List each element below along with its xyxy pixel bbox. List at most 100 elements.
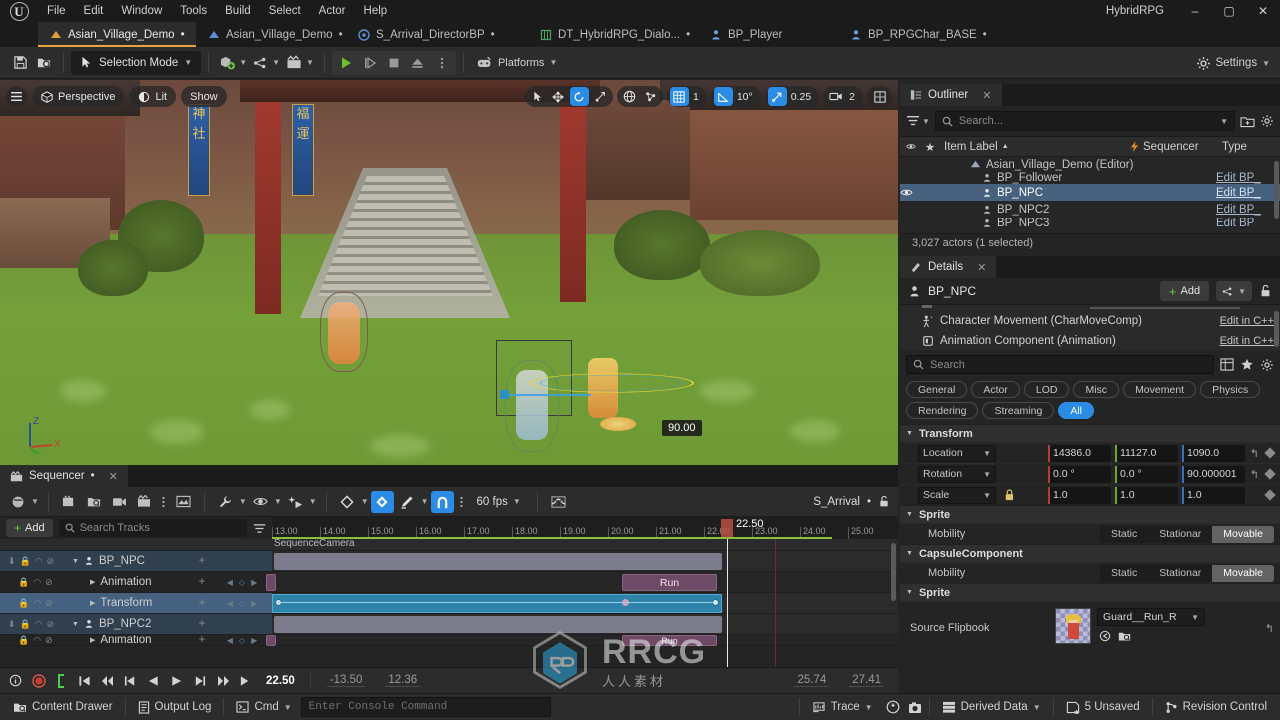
key-interp-button[interactable] [336,491,359,513]
details-settings-icon[interactable] [1260,358,1274,372]
outliner-search-input[interactable]: Search... ▼ [934,111,1235,131]
track-key-nav[interactable]: ◀ ◇ ▶ [212,636,272,645]
revision-control-button[interactable]: Revision Control [1156,696,1276,718]
animation-section-run[interactable]: Run [622,574,717,591]
maximize-button[interactable]: ▢ [1212,0,1246,22]
keyframe-diamond-icon[interactable] [1264,468,1276,480]
outliner-row-edit-bp[interactable]: Edit BP_ [1216,204,1280,216]
edit-curve-button[interactable] [396,491,419,513]
track-solo-icon[interactable]: ⊘ [45,635,53,645]
track-key-nav[interactable]: ◀ ◇ ▶ [212,599,272,608]
snapshot-button[interactable] [904,696,926,718]
new-folder-icon[interactable] [1240,115,1255,128]
chevron-down-icon[interactable]: ▼ [309,497,317,506]
column-type[interactable]: Type [1216,141,1280,153]
flipbook-thumbnail[interactable] [1055,608,1091,644]
scale-x-field[interactable]: 1.0 [1048,486,1111,504]
object-section-bar[interactable] [274,616,722,633]
components-scrollbar[interactable] [1274,311,1279,347]
track-mute-icon[interactable]: ◠ [35,556,43,567]
playback-range-button[interactable] [51,670,72,691]
flipbook-asset-dropdown[interactable]: Guard__Run_R ▼ [1097,608,1205,626]
curve-editor-button[interactable] [547,491,570,513]
scale-dropdown[interactable]: Scale ▼ [918,486,996,504]
expand-triangle-icon[interactable]: ▶ [90,599,95,607]
mobility-movable[interactable]: Movable [1212,564,1274,582]
track-row-bp-npc[interactable]: ⬇ 🔒 ◠ ⊘ ▼ BP_NPC + [0,551,272,572]
viewport-show-button[interactable]: Show [181,86,227,107]
world-coordinate-button[interactable] [620,87,639,106]
find-sequence-button[interactable] [83,491,106,513]
track-lane-column[interactable]: SequenceCamera Run Run [266,539,898,667]
column-item-label[interactable]: Item Label ▲ [938,141,1124,153]
close-icon[interactable]: ✕ [982,89,991,102]
track-lock-icon[interactable]: 🔒 [20,619,31,630]
browse-content-button[interactable] [32,51,56,75]
minimize-button[interactable]: – [1178,0,1212,22]
track-lock-icon[interactable]: 🔒 [18,598,29,609]
camera-speed-value[interactable]: 2 [847,91,860,103]
world-actions-button[interactable] [6,491,29,513]
track-lock-icon[interactable]: 🔒 [18,577,29,588]
add-key-icon[interactable]: + [192,635,212,645]
sprite-section-header[interactable]: ▼ Sprite [900,505,1280,523]
track-solo-icon[interactable]: ⊘ [45,598,53,609]
chip-streaming[interactable]: Streaming [982,402,1055,419]
browse-asset-icon[interactable] [1118,630,1131,642]
cinematics-button[interactable]: ▼ [283,51,317,75]
add-actor-button[interactable]: ▼ [216,51,250,75]
lane-animation-1[interactable]: Run [266,572,898,593]
timeline-ruler[interactable]: 13.00 14.00 15.00 16.00 17.00 18.00 19.0… [272,517,898,539]
fps-dropdown[interactable]: 60 fps ▼ [470,496,528,508]
menu-window[interactable]: Window [112,0,171,22]
viewport-perspective-button[interactable]: Perspective [32,86,125,107]
outliner-row-edit-bp[interactable]: Edit BP_ [1216,218,1280,227]
chip-physics[interactable]: Physics [1200,381,1261,398]
chevron-down-icon[interactable]: ▼ [1220,117,1228,126]
settings-wrench-button[interactable] [214,491,237,513]
component-character-movement[interactable]: Character Movement (CharMoveComp) Edit i… [900,311,1280,331]
jump-to-end-button[interactable] [235,670,256,691]
stop-button[interactable] [382,51,406,75]
scale-snap-value[interactable]: 0.25 [789,91,816,103]
capsule-section-header[interactable]: ▼ CapsuleComponent [900,544,1280,562]
play-reverse-button[interactable] [143,670,164,691]
chip-lod[interactable]: LOD [1023,381,1070,398]
track-search-input[interactable]: Search Tracks [58,519,247,537]
selection-mode-dropdown[interactable]: Selection Mode ▼ [71,50,202,75]
grid-snap-value[interactable]: 1 [691,91,704,103]
rotate-gizmo-handle[interactable] [500,390,509,399]
scale-snap-toggle[interactable] [767,87,787,106]
location-x-field[interactable]: 14386.0 [1048,444,1111,462]
unsaved-button[interactable]: 5 Unsaved [1057,696,1149,718]
add-track-to-object-icon[interactable]: + [192,555,212,567]
rotation-y-field[interactable]: 0.0 ° [1115,465,1178,483]
tab-sequencer[interactable]: Sequencer • ✕ [0,465,128,487]
reset-icon[interactable]: ↰ [1250,468,1259,481]
track-toggles[interactable]: 🔒 ◠ ⊘ [0,577,72,588]
close-icon[interactable]: ✕ [977,261,986,274]
menu-select[interactable]: Select [260,0,310,22]
track-mute-icon[interactable]: ◠ [33,598,41,609]
chevron-down-icon[interactable]: ▼ [274,497,282,506]
record-button[interactable] [28,670,49,691]
chip-movement[interactable]: Movement [1123,381,1197,398]
select-tool-button[interactable] [528,87,547,106]
track-toggles[interactable]: 🔒 ◠ ⊘ [0,635,72,645]
move-tool-button[interactable] [549,87,568,106]
outliner-filter-button[interactable]: ▼ [906,115,930,127]
keyframe-diamond-icon[interactable] [1264,447,1276,459]
track-row-transform[interactable]: 🔒 ◠ ⊘ ▶ Transform + ◀ ◇ ▶ [0,593,272,614]
track-pin-icon[interactable]: ⬇ [8,619,16,630]
eject-button[interactable] [406,51,430,75]
jump-to-start-button[interactable] [74,670,95,691]
track-mute-icon[interactable]: ◠ [33,635,41,645]
menu-file[interactable]: File [38,0,75,22]
outliner-row-edit-bp[interactable]: Edit BP_ [1216,187,1280,199]
track-key-nav[interactable]: ◀ ◇ ▶ [212,578,272,587]
add-component-button[interactable]: + Add [1159,281,1210,301]
mobility-movable[interactable]: Movable [1212,525,1274,543]
rotation-z-field[interactable]: 90.000001 [1182,465,1245,483]
animation-section-run[interactable]: Run [622,635,717,646]
column-pin[interactable]: ★ [922,140,938,154]
